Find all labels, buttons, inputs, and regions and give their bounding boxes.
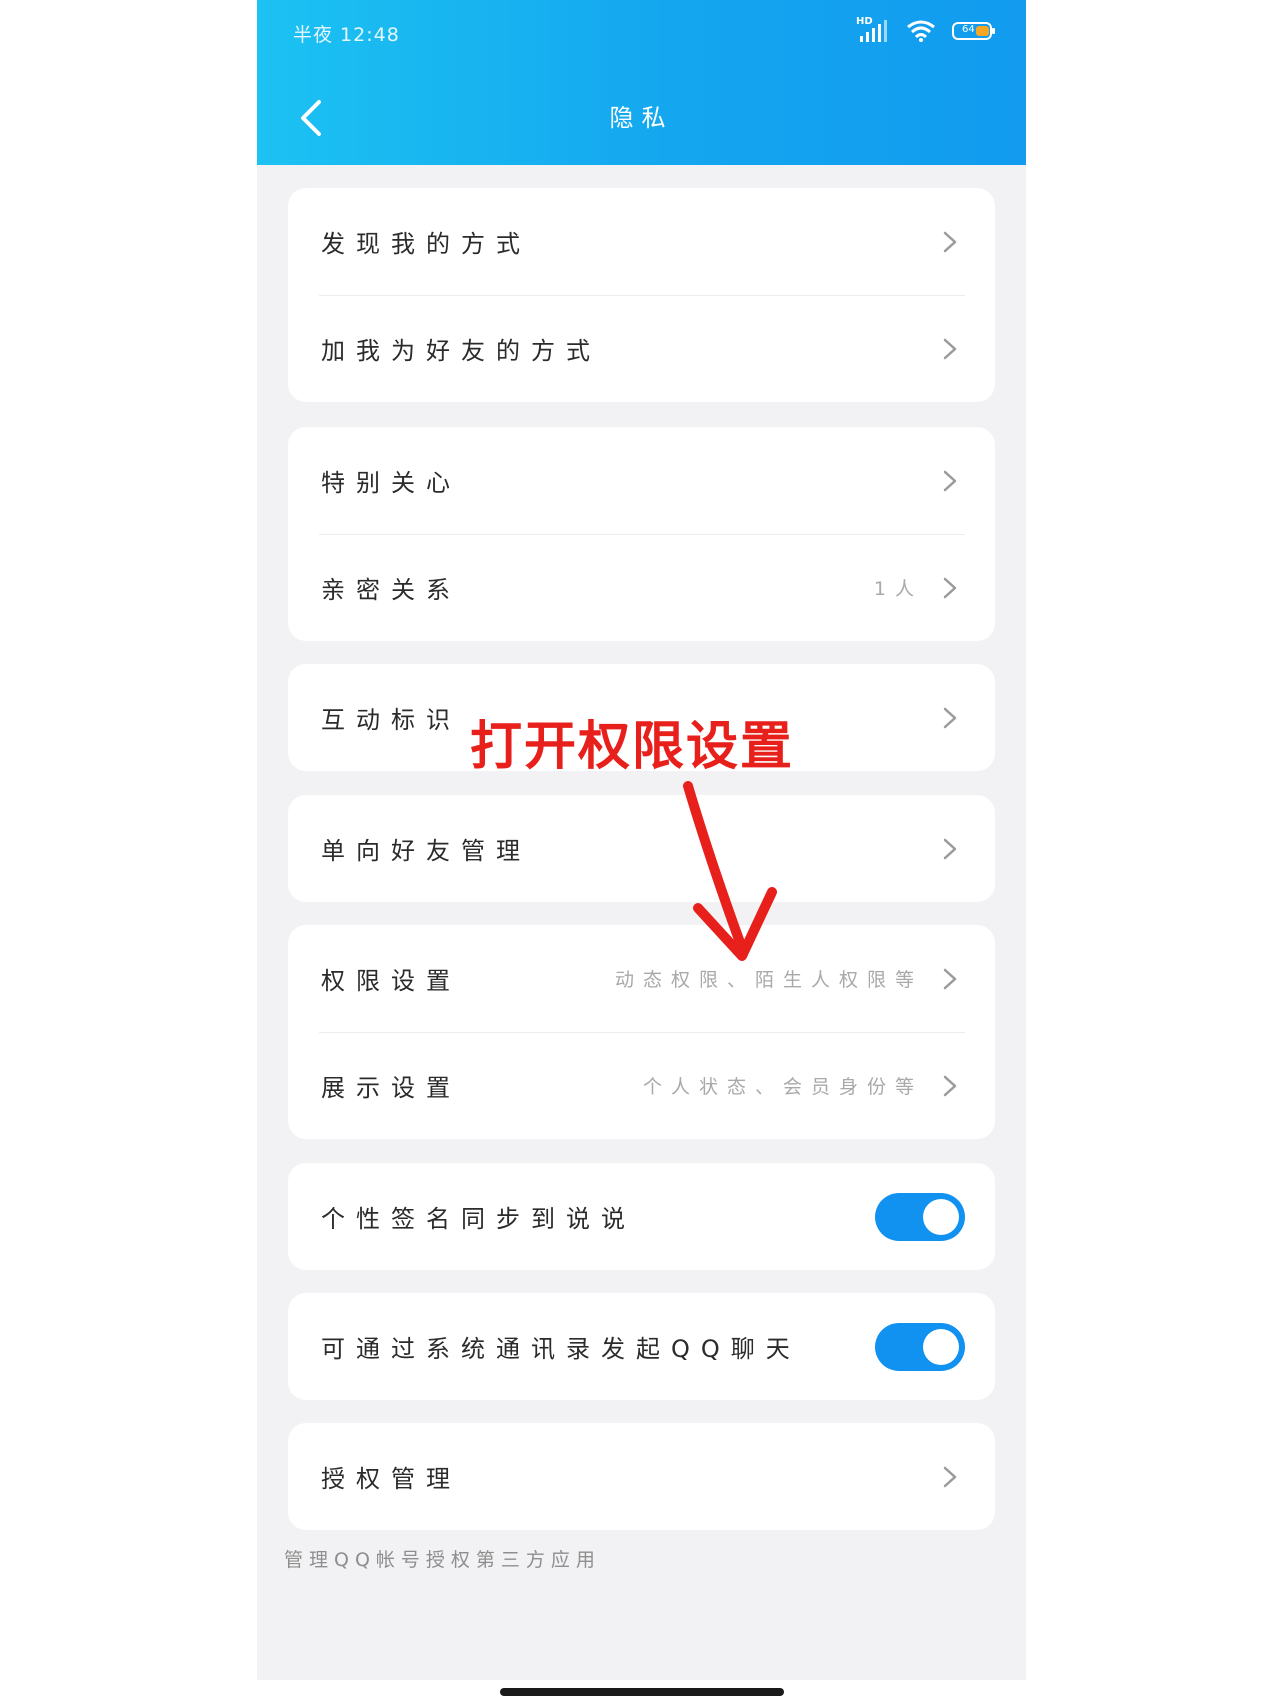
settings-group-authorization: 授权管理 xyxy=(288,1423,995,1530)
row-contacts-chat: 可通过系统通讯录发起QQ聊天 xyxy=(288,1293,995,1400)
authorization-footnote: 管理QQ帐号授权第三方应用 xyxy=(284,1549,601,1571)
status-time: 半夜 12:48 xyxy=(293,24,400,46)
chevron-right-icon xyxy=(943,838,957,859)
row-label: 亲密关系 xyxy=(321,576,461,604)
row-label: 权限设置 xyxy=(321,967,461,995)
row-label: 授权管理 xyxy=(321,1465,461,1493)
row-permission-settings[interactable]: 权限设置 动态权限、陌生人权限等 xyxy=(288,925,995,1032)
settings-group-one-way-friends: 单向好友管理 xyxy=(288,795,995,902)
toggle-knob xyxy=(923,1198,959,1235)
home-indicator[interactable] xyxy=(500,1688,784,1696)
chevron-right-icon xyxy=(943,470,957,491)
chevron-right-icon xyxy=(943,231,957,252)
settings-group-discovery: 发现我的方式 加我为好友的方式 xyxy=(288,188,995,402)
wifi-icon xyxy=(907,20,935,42)
row-label: 特别关心 xyxy=(321,469,461,497)
row-label: 发现我的方式 xyxy=(321,230,531,258)
row-label: 单向好友管理 xyxy=(321,837,531,865)
app-header: 半夜 12:48 HD 64 隐私 xyxy=(257,0,1026,165)
row-label: 展示设置 xyxy=(321,1074,461,1102)
chevron-right-icon xyxy=(943,1466,957,1487)
row-display-settings[interactable]: 展示设置 个人状态、会员身份等 xyxy=(288,1032,995,1139)
row-signature-sync: 个性签名同步到说说 xyxy=(288,1163,995,1270)
page-title: 隐私 xyxy=(609,104,674,132)
chevron-right-icon xyxy=(943,338,957,359)
row-label: 个性签名同步到说说 xyxy=(321,1205,636,1233)
battery-icon: 64 xyxy=(952,21,996,41)
status-icons: HD 64 xyxy=(856,16,996,44)
settings-group-relationships: 特别关心 亲密关系 1人 xyxy=(288,427,995,641)
battery-level: 64 xyxy=(962,24,975,35)
settings-group-contacts-chat: 可通过系统通讯录发起QQ聊天 xyxy=(288,1293,995,1400)
row-intimate-relationship[interactable]: 亲密关系 1人 xyxy=(288,534,995,641)
row-add-friend-method[interactable]: 加我为好友的方式 xyxy=(288,295,995,402)
annotation-arrow-icon xyxy=(683,781,777,961)
chevron-right-icon xyxy=(943,968,957,989)
toggle-knob xyxy=(923,1328,959,1365)
signature-sync-toggle[interactable] xyxy=(875,1192,965,1241)
contacts-chat-toggle[interactable] xyxy=(875,1322,965,1371)
row-find-me-method[interactable]: 发现我的方式 xyxy=(288,188,995,295)
row-detail: 个人状态、会员身份等 xyxy=(642,1076,923,1098)
chevron-right-icon xyxy=(943,577,957,598)
row-authorization-management[interactable]: 授权管理 xyxy=(288,1423,995,1530)
settings-group-signature-sync: 个性签名同步到说说 xyxy=(288,1163,995,1270)
signal-icon: HD xyxy=(856,16,890,44)
row-label: 加我为好友的方式 xyxy=(321,337,601,365)
row-label: 可通过系统通讯录发起QQ聊天 xyxy=(321,1335,801,1363)
annotation-text: 打开权限设置 xyxy=(470,717,795,777)
phone-screen: 半夜 12:48 HD 64 隐私 发现我的方式 加我为好友的方式 特别关心 亲… xyxy=(257,0,1026,1680)
row-special-care[interactable]: 特别关心 xyxy=(288,427,995,534)
chevron-right-icon xyxy=(943,1075,957,1096)
settings-group-permissions: 权限设置 动态权限、陌生人权限等 展示设置 个人状态、会员身份等 xyxy=(288,925,995,1139)
row-one-way-friend-management[interactable]: 单向好友管理 xyxy=(288,795,995,902)
row-detail: 1人 xyxy=(873,578,923,600)
row-label: 互动标识 xyxy=(321,706,461,734)
chevron-right-icon xyxy=(943,707,957,728)
